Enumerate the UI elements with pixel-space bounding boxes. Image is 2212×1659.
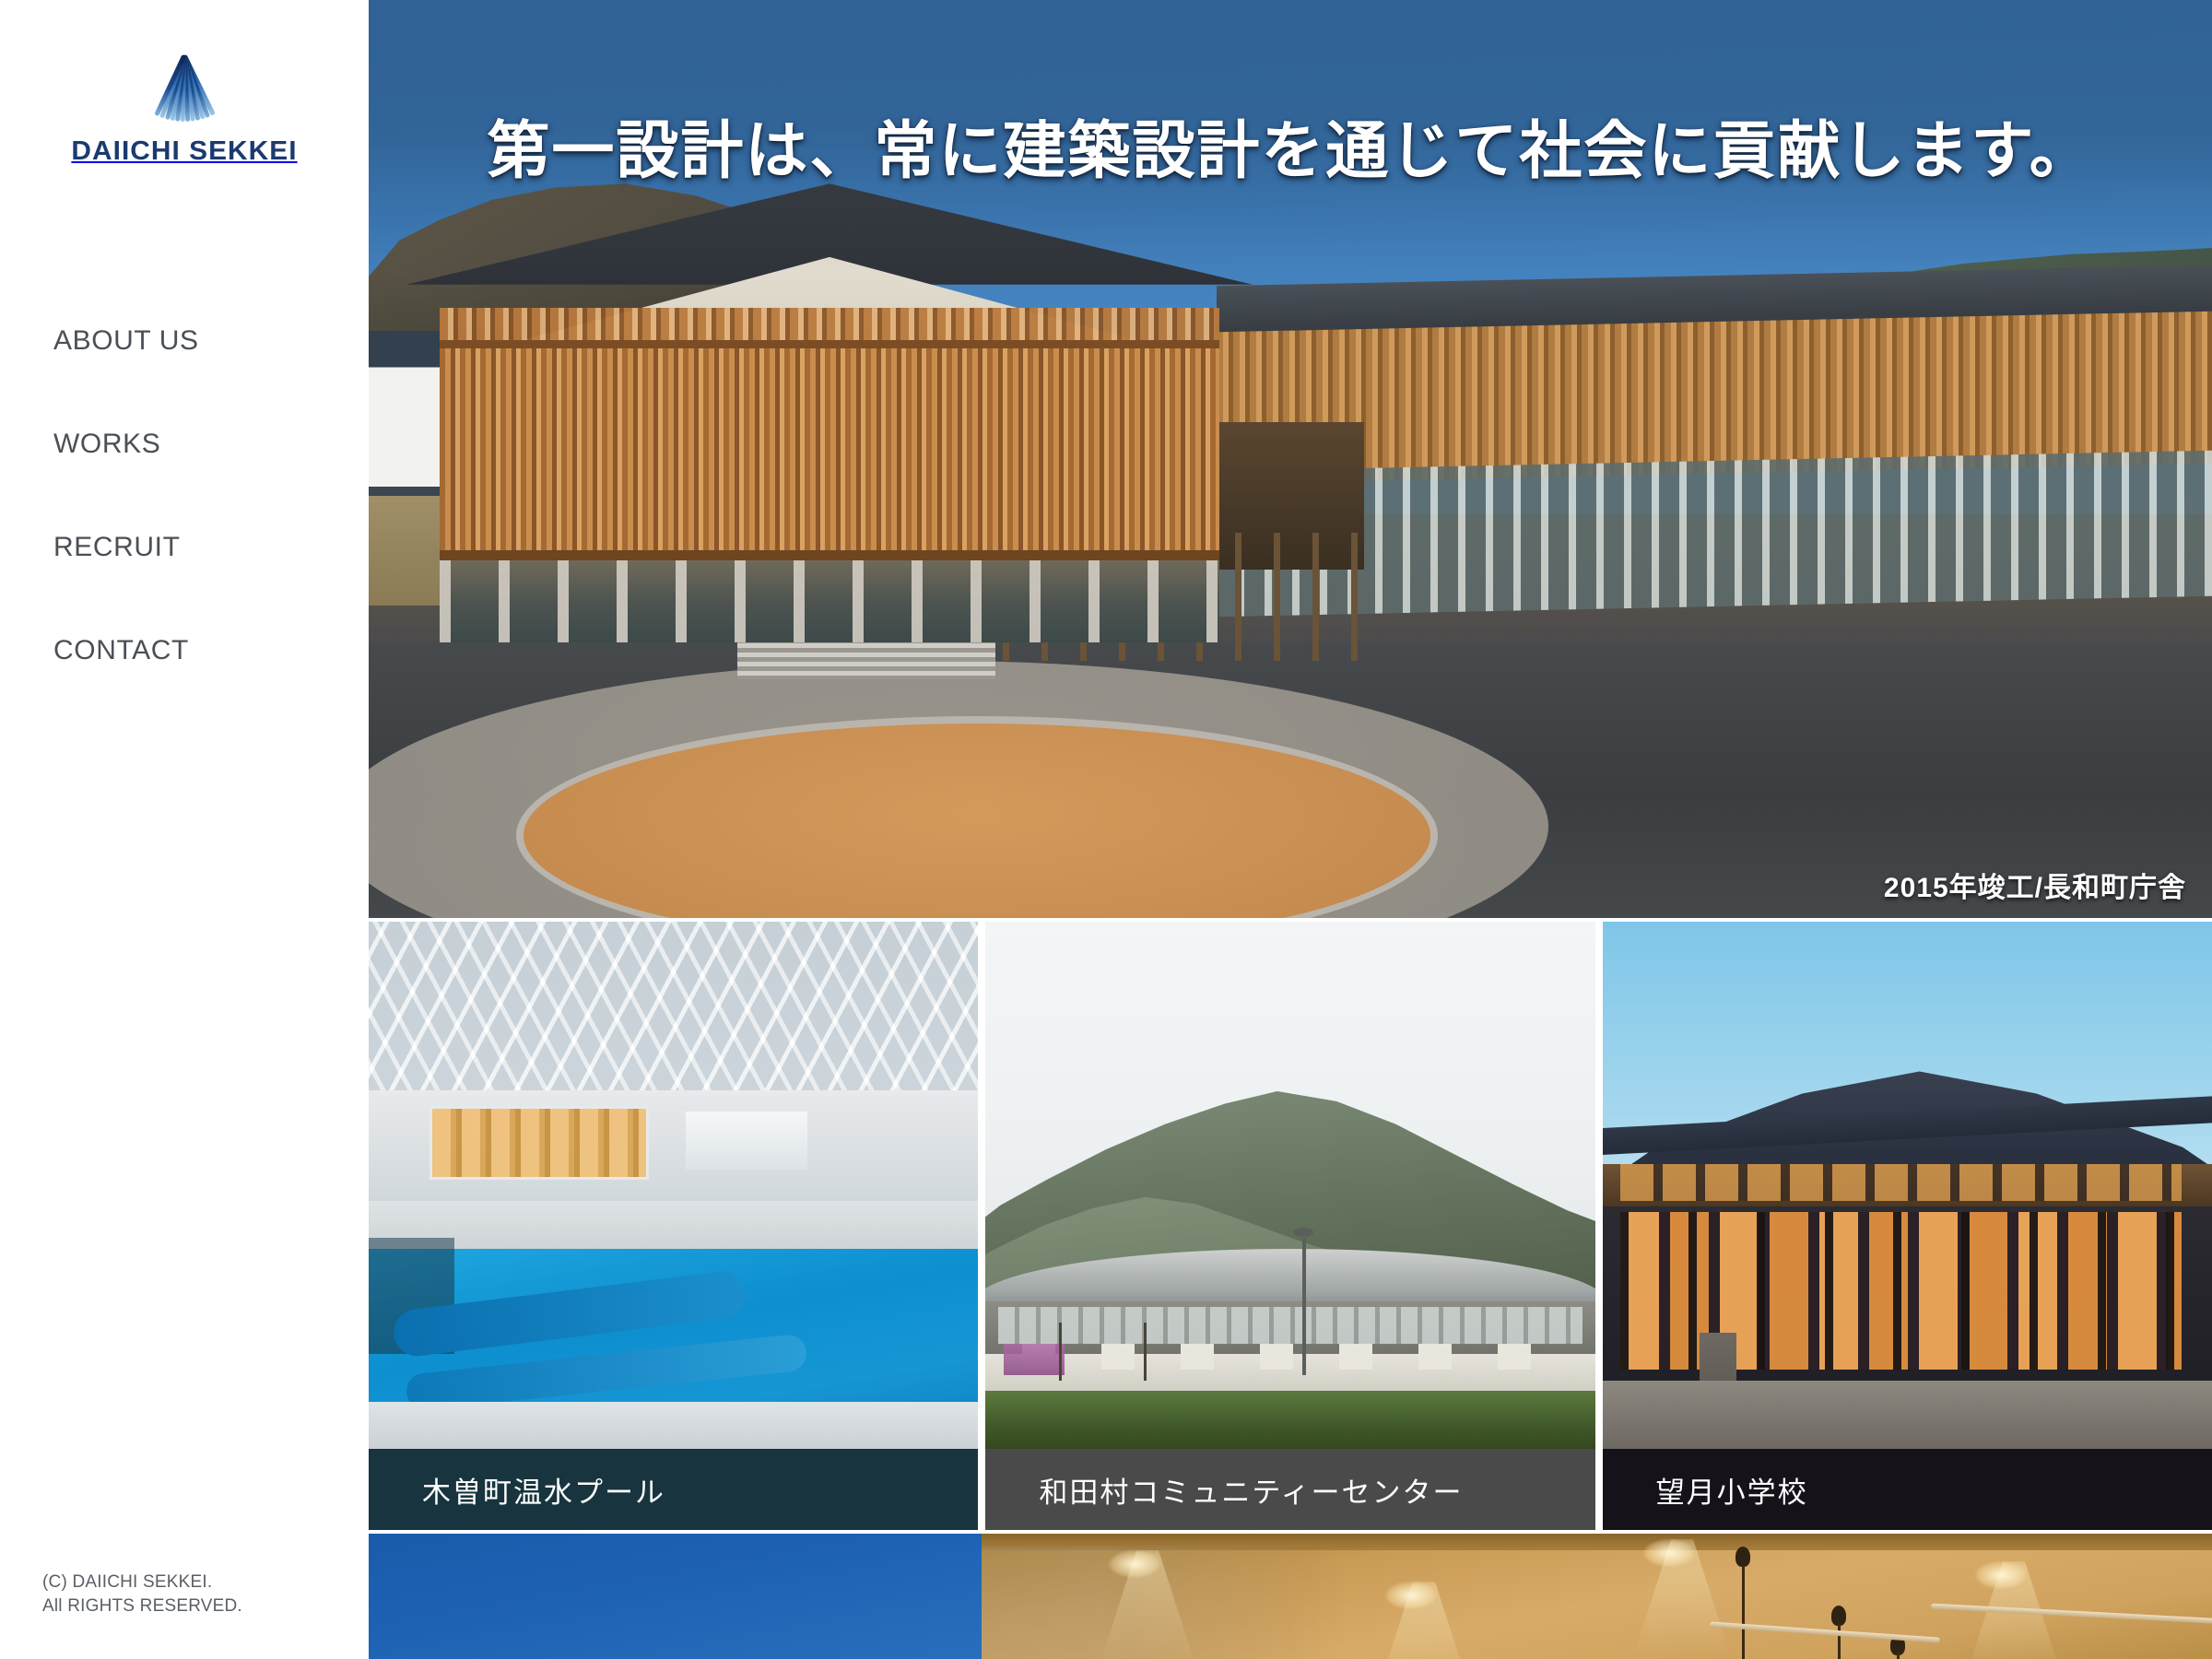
sidebar-item-contact[interactable]: CONTACT [53, 637, 358, 740]
site-root: DAIICHI SEKKEI ABOUT US WORKS RECRUIT CO… [0, 0, 2212, 1659]
works-thumbnail-row: 木曽町温水プール 和田村コミュニティーセンター 望月小学校 [369, 922, 2212, 1530]
logo-wordmark: DAIICHI SEKKEI [71, 136, 298, 166]
work-caption-1: 木曽町温水プール [369, 1449, 979, 1530]
main-navigation: ABOUT US WORKS RECRUIT CONTACT [53, 327, 358, 740]
pool-window-secondary [685, 1111, 808, 1170]
downlight-1 [1109, 1550, 1160, 1578]
cc-glazing [997, 1306, 1583, 1344]
downlight-2 [1385, 1582, 1437, 1609]
school-paving [1602, 1380, 2212, 1449]
cc-banner-sign [1004, 1343, 1065, 1375]
pool-lit-window [429, 1106, 650, 1181]
downlight-4 [1975, 1561, 2027, 1589]
main-content: 第一設計は、常に建築設計を通じて社会に貢献します。 2015年竣工/長和町庁舎 [369, 0, 2212, 1659]
work-card-next-1[interactable] [369, 1534, 982, 1659]
pool-edge-coping [369, 1401, 979, 1449]
work-card-mochizuki-elementary[interactable]: 望月小学校 [1602, 922, 2212, 1530]
hero-banner[interactable]: 第一設計は、常に建築設計を通じて社会に貢献します。 2015年竣工/長和町庁舎 [369, 0, 2212, 918]
pendant-head-1 [1735, 1547, 1750, 1567]
cc-light-pole-head [1292, 1227, 1313, 1237]
cc-light-pole [1302, 1238, 1307, 1375]
work-caption-3: 望月小学校 [1602, 1449, 2212, 1530]
pendant-head-2 [1831, 1606, 1846, 1626]
pendant-cable-1 [1742, 1565, 1745, 1659]
work-card-next-2[interactable] [982, 1534, 2212, 1659]
cc-lawn [985, 1391, 1595, 1449]
cc-tree-1 [1058, 1322, 1062, 1381]
copyright-line-2: All RIGHTS RESERVED. [42, 1595, 242, 1616]
downlight-3 [1643, 1539, 1695, 1567]
work-card-kiso-pool[interactable]: 木曽町温水プール [369, 922, 979, 1530]
work-thumbnail-image-3 [1602, 922, 2212, 1449]
sidebar-item-about-us[interactable]: ABOUT US [53, 327, 358, 430]
copyright-notice: (C) DAIICHI SEKKEI. All RIGHTS RESERVED. [42, 1571, 242, 1618]
work-card-wada-community-center[interactable]: 和田村コミュニティーセンター [985, 922, 1595, 1530]
pool-roof-truss-cross [369, 922, 979, 1101]
copyright-line-1: (C) DAIICHI SEKKEI. [42, 1571, 213, 1592]
work-thumbnail-image-1 [369, 922, 979, 1449]
fan-rays-icon [155, 54, 216, 122]
hero-photo-caption: 2015年竣工/長和町庁舎 [1883, 873, 2186, 903]
pendant-cable-3 [1897, 1652, 1900, 1659]
site-logo-link[interactable]: DAIICHI SEKKEI [0, 53, 369, 167]
hero-headline: 第一設計は、常に建築設計を通じて社会に貢献します。 [487, 116, 2094, 186]
sidebar: DAIICHI SEKKEI ABOUT US WORKS RECRUIT CO… [0, 0, 369, 1659]
sidebar-item-recruit[interactable]: RECRUIT [53, 534, 358, 637]
cc-planters [1022, 1343, 1559, 1371]
works-next-row-partial [369, 1534, 2212, 1659]
school-transom-lights [1620, 1164, 2182, 1202]
sidebar-item-works[interactable]: WORKS [53, 430, 358, 534]
pendant-cable-2 [1838, 1624, 1841, 1659]
work-thumbnail-image-2 [985, 922, 1595, 1449]
work-caption-2: 和田村コミュニティーセンター [985, 1449, 1595, 1530]
cc-tree-2 [1144, 1322, 1147, 1381]
